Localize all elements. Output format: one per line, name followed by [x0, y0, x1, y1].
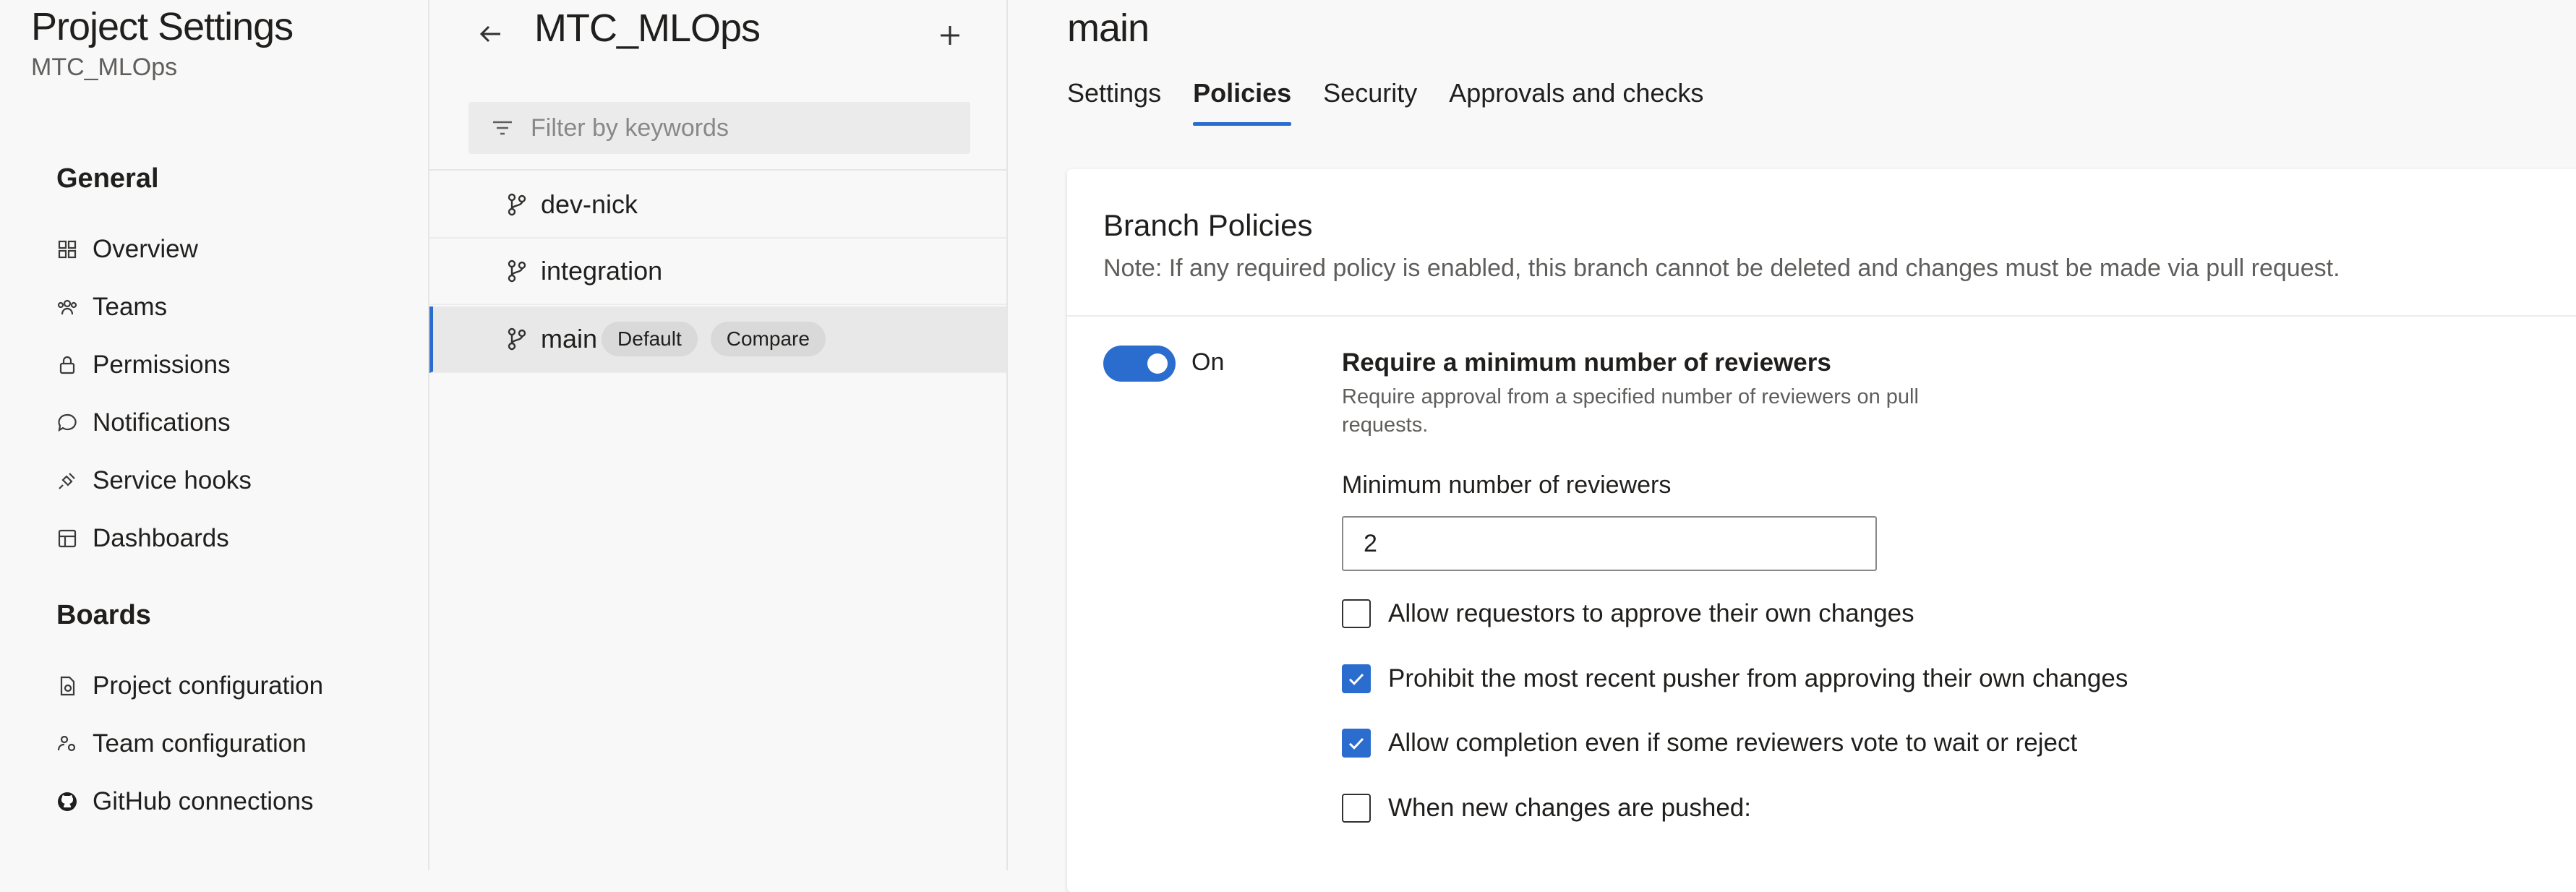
- git-branch-icon: [505, 259, 529, 283]
- plug-icon: [56, 470, 78, 492]
- filter-box: [468, 102, 970, 154]
- add-branch-button[interactable]: [932, 17, 968, 53]
- filter-input[interactable]: [529, 113, 966, 143]
- tab-bar: Settings Policies Security Approvals and…: [1067, 78, 1735, 126]
- sidebar-item-notifications[interactable]: Notifications: [56, 400, 231, 446]
- sidebar-item-label: Permissions: [93, 351, 231, 379]
- toggle-state-label: On: [1191, 348, 1225, 376]
- sidebar-item-label: Dashboards: [93, 524, 229, 552]
- repo-title: MTC_MLOps: [534, 7, 761, 50]
- checkbox[interactable]: [1342, 664, 1371, 693]
- compare-button[interactable]: Compare: [710, 322, 826, 356]
- option-allow-completion[interactable]: Allow completion even if some reviewers …: [1342, 729, 2077, 758]
- sidebar-item-service-hooks[interactable]: Service hooks: [56, 458, 252, 504]
- policy-description: Require approval from a specified number…: [1342, 385, 1919, 437]
- lock-icon: [56, 354, 78, 376]
- sidebar-item-overview[interactable]: Overview: [56, 226, 198, 273]
- divider: [1067, 315, 2576, 317]
- branch-name: main: [541, 324, 598, 353]
- sidebar-item-team-configuration[interactable]: Team configuration: [56, 721, 307, 767]
- sidebar-item-dashboards[interactable]: Dashboards: [56, 515, 229, 562]
- sidebar-item-label: Overview: [93, 235, 198, 263]
- default-badge: Default: [602, 322, 698, 356]
- sidebar-item-label: Teams: [93, 293, 168, 321]
- branch-row-dev-nick[interactable]: dev-nick: [429, 172, 1006, 239]
- tab-approvals-and-checks[interactable]: Approvals and checks: [1449, 78, 1703, 126]
- branch-list-pane: MTC_MLOps dev-nick integration main Defa…: [429, 0, 1008, 870]
- sidebar-item-label: Project configuration: [93, 672, 324, 700]
- arrow-left-icon: [479, 25, 500, 43]
- divider: [429, 169, 1006, 171]
- tab-policies[interactable]: Policies: [1193, 78, 1292, 126]
- section-boards-heading: Boards: [56, 600, 151, 630]
- option-prohibit-pusher[interactable]: Prohibit the most recent pusher from app…: [1342, 664, 2128, 693]
- sidebar-item-teams[interactable]: Teams: [56, 284, 167, 330]
- policy-title: Require a minimum number of reviewers: [1342, 348, 1831, 377]
- card-note: Note: If any required policy is enabled,…: [1103, 254, 2340, 282]
- option-label: Allow completion even if some reviewers …: [1388, 729, 2078, 757]
- plus-icon: [941, 26, 959, 45]
- dashboard-icon: [56, 528, 78, 549]
- branch-name: integration: [541, 256, 663, 286]
- checkmark-icon: [1348, 673, 1364, 685]
- option-label: Prohibit the most recent pusher from app…: [1388, 664, 2128, 692]
- branch-policies-card: Branch Policies Note: If any required po…: [1067, 169, 2576, 892]
- sidebar-item-label: Service hooks: [93, 466, 252, 494]
- teams-icon: [56, 296, 78, 318]
- checkbox[interactable]: [1342, 599, 1371, 628]
- page-title: main: [1067, 7, 1150, 50]
- overview-icon: [56, 239, 78, 260]
- option-new-changes-pushed[interactable]: When new changes are pushed:: [1342, 794, 1751, 823]
- branch-row-integration[interactable]: integration: [429, 239, 1006, 305]
- section-general-heading: General: [56, 163, 159, 194]
- doc-gear-icon: [56, 675, 78, 697]
- card-heading: Branch Policies: [1103, 208, 1313, 242]
- filter-icon: [490, 116, 515, 140]
- min-reviewers-toggle[interactable]: [1103, 346, 1176, 382]
- checkbox[interactable]: [1342, 729, 1371, 758]
- git-branch-icon: [505, 327, 529, 351]
- main-content: main Settings Policies Security Approval…: [1008, 0, 2576, 892]
- tab-security[interactable]: Security: [1323, 78, 1417, 126]
- sidebar-item-label: Notifications: [93, 408, 231, 437]
- chat-bubble-icon: [56, 412, 78, 434]
- option-allow-requestors[interactable]: Allow requestors to approve their own ch…: [1342, 599, 1914, 628]
- tab-settings[interactable]: Settings: [1067, 78, 1161, 126]
- sidebar-item-label: Team configuration: [93, 729, 307, 758]
- sidebar-item-github-connections[interactable]: GitHub connections: [56, 779, 313, 825]
- github-icon: [56, 791, 78, 812]
- branch-row-main[interactable]: main Default Compare: [429, 306, 1006, 373]
- project-name: MTC_MLOps: [31, 53, 178, 81]
- sidebar-item-project-configuration[interactable]: Project configuration: [56, 663, 323, 709]
- min-reviewers-label: Minimum number of reviewers: [1342, 471, 1672, 499]
- sidebar-item-permissions[interactable]: Permissions: [56, 342, 231, 388]
- sidebar-title: Project Settings: [31, 5, 294, 48]
- branch-name: dev-nick: [541, 189, 638, 219]
- checkbox[interactable]: [1342, 794, 1371, 823]
- checkmark-icon: [1348, 737, 1364, 750]
- team-gear-icon: [56, 733, 78, 755]
- min-reviewers-input[interactable]: [1342, 516, 1877, 571]
- toggle-knob: [1147, 353, 1168, 374]
- option-label: When new changes are pushed:: [1388, 794, 1751, 822]
- git-branch-icon: [505, 192, 529, 217]
- project-settings-sidebar: Project Settings MTC_MLOps General Overv…: [0, 0, 429, 870]
- option-label: Allow requestors to approve their own ch…: [1388, 599, 1914, 627]
- sidebar-item-label: GitHub connections: [93, 787, 314, 815]
- back-button[interactable]: [473, 16, 509, 52]
